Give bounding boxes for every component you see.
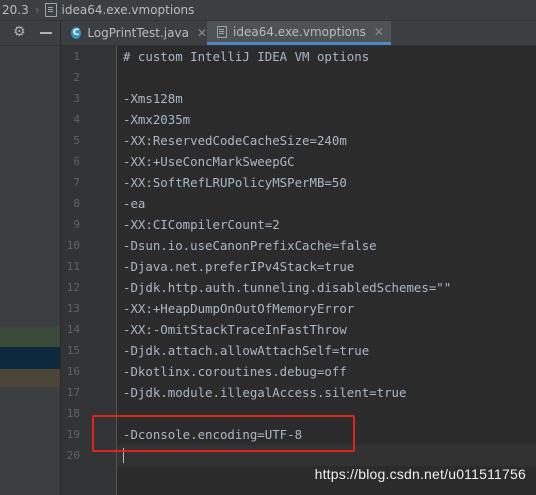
- line-number: 15: [66, 344, 80, 357]
- highlight-box: [92, 415, 355, 452]
- code-line[interactable]: -Djava.net.preferIPv4Stack=true: [123, 256, 354, 277]
- file-icon: [44, 3, 57, 17]
- close-icon[interactable]: ✕: [374, 25, 384, 39]
- breadcrumb-version[interactable]: 20.3: [2, 3, 29, 17]
- line-number: 20: [66, 449, 80, 462]
- line-number: 16: [66, 365, 80, 378]
- tab-label: LogPrintTest.java: [87, 26, 189, 40]
- line-number: 6: [73, 155, 80, 168]
- project-panel: ⚙: [0, 21, 61, 495]
- tab-label: idea64.exe.vmoptions: [233, 24, 366, 39]
- line-number: 18: [66, 407, 80, 420]
- line-number: 4: [73, 113, 80, 126]
- java-class-icon: C: [71, 27, 82, 39]
- gear-icon[interactable]: ⚙: [13, 24, 26, 40]
- project-tree-row[interactable]: [0, 327, 60, 347]
- code-line[interactable]: -XX:ReservedCodeCacheSize=240m: [123, 130, 347, 151]
- code-line[interactable]: -XX:CICompilerCount=2: [123, 214, 280, 235]
- line-number: 11: [66, 260, 80, 273]
- code-comment-line[interactable]: # custom IntelliJ IDEA VM options: [123, 46, 369, 67]
- line-number: 14: [66, 323, 80, 336]
- line-number: 19: [66, 428, 80, 441]
- line-number: 13: [66, 302, 80, 315]
- line-number: 5: [73, 134, 80, 147]
- tab-vmoptions[interactable]: idea64.exe.vmoptions ✕: [207, 21, 391, 45]
- breadcrumb-separator-icon: ›: [34, 3, 40, 17]
- project-tree-row-selected[interactable]: [0, 347, 60, 369]
- breadcrumb: 20.3 › idea64.exe.vmoptions: [0, 0, 536, 21]
- tab-logprinttest[interactable]: C LogPrintTest.java ✕: [61, 21, 207, 45]
- minimize-icon[interactable]: [40, 32, 52, 34]
- code-line[interactable]: -Dsun.io.useCanonPrefixCache=false: [123, 235, 377, 256]
- line-number: 2: [73, 71, 80, 84]
- line-number: 3: [73, 92, 80, 105]
- breadcrumb-file[interactable]: idea64.exe.vmoptions: [62, 3, 195, 17]
- code-line[interactable]: -Xms128m: [123, 88, 183, 109]
- line-number: 17: [66, 386, 80, 399]
- code-line[interactable]: -XX:SoftRefLRUPolicyMSPerMB=50: [123, 172, 347, 193]
- line-number: 9: [73, 218, 80, 231]
- file-icon: [217, 25, 227, 38]
- code-line[interactable]: -Dkotlinx.coroutines.debug=off: [123, 361, 347, 382]
- editor-tab-bar: C LogPrintTest.java ✕ idea64.exe.vmoptio…: [61, 21, 536, 46]
- code-line[interactable]: -Djdk.http.auth.tunneling.disabledScheme…: [123, 277, 451, 298]
- code-line[interactable]: -Xmx2035m: [123, 109, 190, 130]
- watermark: https://blog.csdn.net/u011511756: [314, 466, 526, 482]
- code-line[interactable]: -XX:-OmitStackTraceInFastThrow: [123, 319, 347, 340]
- project-toolbar: ⚙: [0, 21, 60, 46]
- line-number: 8: [73, 197, 80, 210]
- line-number: 1: [73, 50, 80, 63]
- code-line[interactable]: -XX:+HeapDumpOnOutOfMemoryError: [123, 298, 354, 319]
- code-line[interactable]: -Djdk.module.illegalAccess.silent=true: [123, 382, 406, 403]
- line-number: 12: [66, 281, 80, 294]
- close-icon[interactable]: ✕: [197, 26, 207, 40]
- code-line[interactable]: -ea: [123, 193, 145, 214]
- line-number: 10: [66, 239, 80, 252]
- code-line[interactable]: -XX:+UseConcMarkSweepGC: [123, 151, 295, 172]
- project-tree-row[interactable]: [0, 369, 60, 387]
- line-number: 7: [73, 176, 80, 189]
- code-line[interactable]: -Djdk.attach.allowAttachSelf=true: [123, 340, 369, 361]
